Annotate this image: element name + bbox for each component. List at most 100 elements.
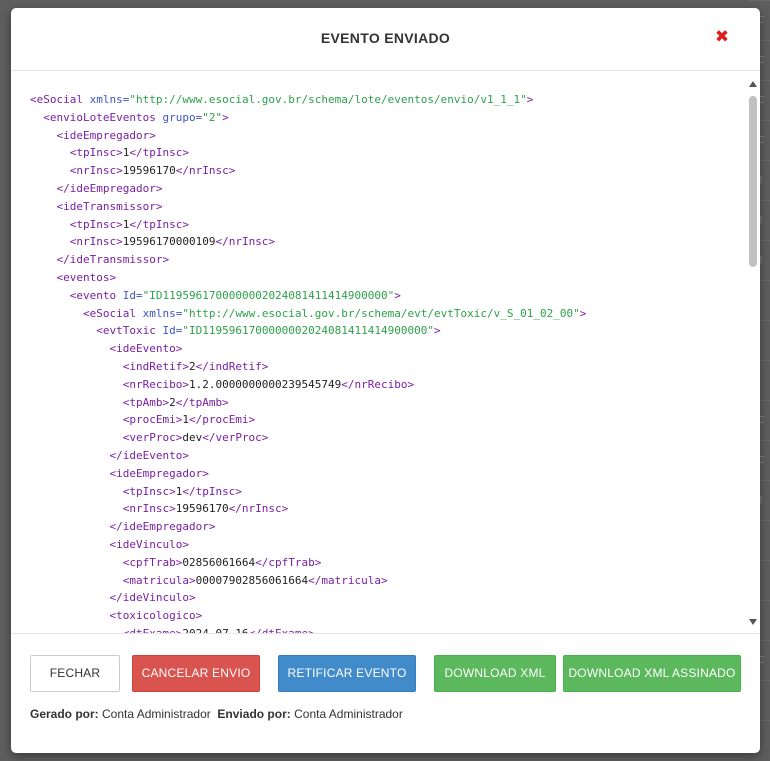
xml-line: <indRetif>2</indRetif> — [30, 358, 740, 376]
download-signed-xml-button[interactable]: DOWNLOAD XML ASSINADO — [563, 655, 741, 692]
xml-tag: <tpInsc> — [69, 217, 123, 231]
scroll-down-arrow-icon[interactable] — [749, 619, 757, 625]
xml-tag: </nrInsc> — [215, 235, 276, 249]
download-xml-button[interactable]: DOWNLOAD XML — [434, 655, 556, 692]
rectify-event-button[interactable]: RETIFICAR EVENTO — [278, 655, 416, 692]
xml-line: <verProc>dev</verProc> — [30, 429, 740, 447]
xml-tag: > — [526, 93, 534, 106]
xml-tag: </nrRecibo> — [341, 377, 415, 391]
xml-line: </ideTransmissor> — [30, 251, 740, 269]
xml-attr: Id= — [122, 288, 143, 302]
xml-text: 2 — [188, 359, 196, 373]
xml-tag: > — [434, 324, 441, 338]
xml-tag: <ideTransmissor> — [56, 199, 163, 213]
vertical-scrollbar[interactable] — [748, 79, 758, 627]
xml-line: <tpAmb>2</tpAmb> — [30, 394, 740, 412]
xml-tag: </matricula> — [308, 573, 388, 587]
xml-attr: Id= — [162, 324, 183, 338]
xml-tag: <cpfTrab> — [122, 555, 183, 569]
xml-tag: <nrRecibo> — [122, 377, 189, 391]
xml-tag: <tpInsc> — [69, 146, 123, 160]
xml-text: 1.2.0000000000239545749 — [188, 377, 342, 391]
modal-header: EVENTO ENVIADO ✖ — [11, 8, 760, 71]
xml-tag: <matricula> — [122, 573, 196, 587]
xml-tag: <eSocial — [30, 93, 90, 106]
xml-line: <ideEmpregador> — [30, 127, 740, 145]
scroll-thumb[interactable] — [749, 96, 757, 267]
xml-text: 00007902856061664 — [195, 573, 309, 587]
xml-tag: <nrInsc> — [69, 164, 123, 178]
xml-line: <cpfTrab>02856061664</cpfTrab> — [30, 554, 740, 572]
xml-tag: <nrInsc> — [122, 502, 176, 516]
xml-text: 02856061664 — [182, 555, 256, 569]
xml-tag: <ideVinculo> — [109, 537, 189, 551]
scroll-up-arrow-icon[interactable] — [749, 81, 757, 87]
xml-line: <ideEvento> — [30, 340, 740, 358]
xml-tag: </tpInsc> — [129, 146, 189, 160]
xml-line: <nrRecibo>1.2.0000000000239545749</nrRec… — [30, 376, 740, 394]
xml-attr-value: "http://www.esocial.gov.br/schema/evt/ev… — [182, 306, 580, 320]
xml-tag: </nrInsc> — [228, 502, 289, 516]
xml-code-view: <eSocial xmlns="http://www.esocial.gov.b… — [30, 91, 740, 634]
xml-line: <evtToxic Id="ID119596170000000202408141… — [30, 322, 740, 340]
xml-tag: <tpAmb> — [122, 395, 170, 409]
generated-by-label: Gerado por: — [30, 707, 99, 721]
close-icon[interactable]: ✖ — [712, 27, 732, 47]
xml-line: <procEmi>1</procEmi> — [30, 411, 740, 429]
xml-tag: </ideEmpregador> — [109, 520, 216, 534]
event-sent-modal: EVENTO ENVIADO ✖ <eSocial xmlns="http://… — [11, 8, 760, 753]
xml-line: <evento Id="ID11959617000000020240814114… — [30, 287, 740, 305]
xml-tag: </ideVinculo> — [109, 591, 196, 605]
xml-attr-value: "ID1195961700000002024081411414900000" — [182, 324, 435, 338]
xml-line: </ideEmpregador> — [30, 180, 740, 198]
xml-tag: <evento — [69, 288, 123, 302]
xml-line: <tpInsc>1</tpInsc> — [30, 483, 740, 501]
xml-text: 2024-07-16 — [182, 626, 249, 634]
xml-tag: </tpAmb> — [175, 395, 229, 409]
xml-line: <nrInsc>19596170</nrInsc> — [30, 162, 740, 180]
xml-tag: <eSocial — [82, 306, 143, 320]
xml-tag: <ideEmpregador> — [56, 128, 156, 142]
xml-line: <eventos> — [30, 269, 740, 287]
xml-line: <tpInsc>1</tpInsc> — [30, 144, 740, 162]
xml-attr-value: "2" — [202, 110, 223, 124]
xml-line: </ideEmpregador> — [30, 518, 740, 536]
xml-tag: > — [394, 288, 401, 302]
xml-tag: <envioLoteEventos — [43, 110, 163, 124]
xml-line: <matricula>00007902856061664</matricula> — [30, 572, 740, 590]
xml-tag: </tpInsc> — [129, 217, 189, 231]
xml-attr-value: "http://www.esocial.gov.br/schema/lote/e… — [129, 93, 527, 106]
modal-title: EVENTO ENVIADO — [320, 30, 451, 46]
xml-text: dev — [182, 431, 203, 445]
xml-line: <eSocial xmlns="http://www.esocial.gov.b… — [30, 305, 740, 323]
sent-by-value: Conta Administrador — [294, 707, 403, 721]
xml-tag: <procEmi> — [122, 413, 183, 427]
xml-tag: </indRetif> — [195, 359, 269, 373]
xml-tag: </dtExame> — [248, 626, 315, 634]
xml-text: 1 — [182, 413, 189, 427]
close-button[interactable]: FECHAR — [30, 655, 120, 692]
xml-line: <ideVinculo> — [30, 536, 740, 554]
xml-line: </ideVinculo> — [30, 589, 740, 607]
xml-tag: </procEmi> — [188, 413, 256, 427]
xml-tag: <dtExame> — [122, 626, 183, 634]
xml-line: <nrInsc>19596170000109</nrInsc> — [30, 233, 740, 251]
footer-info: Gerado por: Conta Administrador Enviado … — [30, 707, 403, 721]
xml-line: <ideEmpregador> — [30, 465, 740, 483]
xml-tag: <toxicologico> — [109, 609, 203, 623]
generated-by-value: Conta Administrador — [102, 707, 211, 721]
xml-tag: </ideEvento> — [109, 448, 189, 462]
xml-content-panel[interactable]: <eSocial xmlns="http://www.esocial.gov.b… — [11, 71, 760, 634]
xml-text: 19596170 — [175, 502, 229, 516]
xml-tag: <evtToxic — [96, 324, 163, 338]
xml-tag: > — [579, 306, 587, 320]
xml-text: 2 — [169, 395, 176, 409]
cancel-send-button[interactable]: CANCELAR ENVIO — [132, 655, 260, 692]
xml-text: 19596170 — [122, 164, 176, 178]
xml-tag: > — [222, 110, 229, 124]
xml-line: <ideTransmissor> — [30, 198, 740, 216]
xml-tag: <indRetif> — [122, 359, 189, 373]
xml-tag: <ideEmpregador> — [109, 466, 209, 480]
xml-tag: <nrInsc> — [69, 235, 123, 249]
xml-line: <dtExame>2024-07-16</dtExame> — [30, 625, 740, 634]
